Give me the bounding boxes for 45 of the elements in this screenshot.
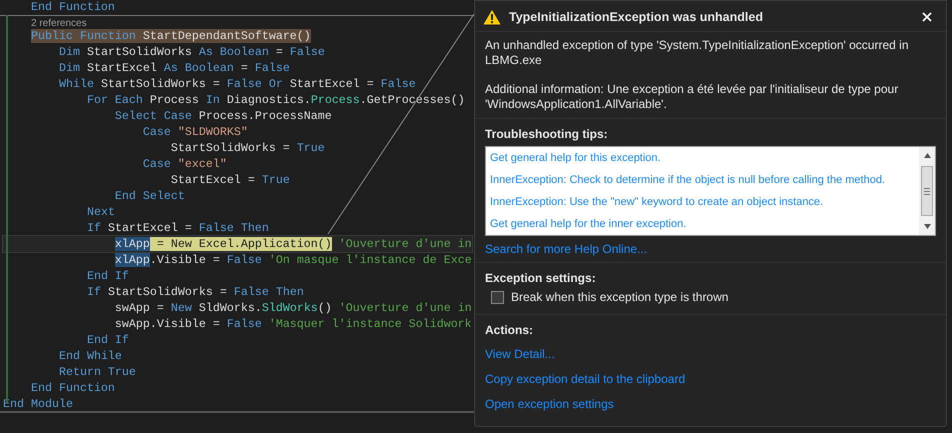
scroll-up-icon[interactable] xyxy=(924,153,930,158)
action-link[interactable]: Copy exception detail to the clipboard xyxy=(485,367,686,392)
code-line: StartSolidWorks = True xyxy=(170,140,325,156)
section-heading: Actions: xyxy=(485,323,534,337)
code-line: End If xyxy=(86,332,129,348)
code-line: End Module xyxy=(3,396,73,412)
additional-information: Additional information: Une exception a été levée par l'initialiseur de type pour 'WindowsApplication1.AllVariable'. xyxy=(485,82,900,112)
code-line: End Function xyxy=(30,380,115,396)
tip-link[interactable]: Get general help for this exception. xyxy=(490,147,915,169)
tip-link[interactable]: Get general help for the inner exception. xyxy=(490,213,915,235)
code-line: swApp = New SldWorks.SldWorks() 'Ouverture d'une in xyxy=(114,300,472,316)
section-heading: Troubleshooting tips: xyxy=(485,127,609,141)
code-line: Next xyxy=(86,204,115,220)
scrollbar[interactable] xyxy=(919,147,935,235)
help-link[interactable]: Search for more Help Online... xyxy=(485,242,648,256)
code-line: Select Case Process.ProcessName xyxy=(114,108,332,124)
scroll-down-icon[interactable] xyxy=(924,224,930,229)
code-line: StartExcel = True xyxy=(170,172,290,188)
code-line: Return True xyxy=(58,364,136,380)
code-line: Case "excel" xyxy=(142,156,227,172)
code-line: End Select xyxy=(114,188,185,204)
close-icon[interactable] xyxy=(922,12,932,22)
code-line: If StartExcel = False Then xyxy=(86,220,269,236)
code-line: Dim StartExcel As Boolean = False xyxy=(58,60,290,76)
tip-link[interactable]: InnerException: Use the "new" keyword to create an object instance. xyxy=(490,191,915,213)
action-link[interactable]: View Detail... xyxy=(485,342,555,367)
code-line: Dim StartSolidWorks As Boolean = False xyxy=(58,44,325,60)
code-line: Public Function StartDependantSoftware() xyxy=(30,28,311,44)
code-line: Case "SLDWORKS" xyxy=(142,124,248,140)
code-line: xlApp.Visible = False 'On masque l'instance de Exce xyxy=(114,252,472,268)
section-heading: Exception settings: xyxy=(485,271,597,285)
action-link[interactable]: Open exception settings xyxy=(485,392,614,417)
code-lens[interactable]: 2 references xyxy=(31,18,87,30)
checkbox-label: Break when this exception type is thrown xyxy=(511,290,728,304)
exception-message: An unhandled exception of type 'System.TypeInitializationException' occurred in LBMG.exe xyxy=(485,38,910,68)
warning-icon xyxy=(483,9,501,25)
tip-link[interactable]: InnerException: Check to determine if the object is null before calling the method. xyxy=(490,169,915,191)
popup-title: TypeInitializationException was unhandled xyxy=(509,10,764,24)
code-line: If StartSolidWorks = False Then xyxy=(86,284,304,300)
code-line: End Function xyxy=(30,0,115,15)
code-line: End While xyxy=(58,348,122,364)
checkbox[interactable] xyxy=(491,290,504,304)
code-line: While StartSolidWorks = False Or StartExcel = False xyxy=(58,76,416,92)
code-line: End If xyxy=(86,268,129,284)
code-line: swApp.Visible = False 'Masquer l'instance Solidwork xyxy=(114,316,472,332)
